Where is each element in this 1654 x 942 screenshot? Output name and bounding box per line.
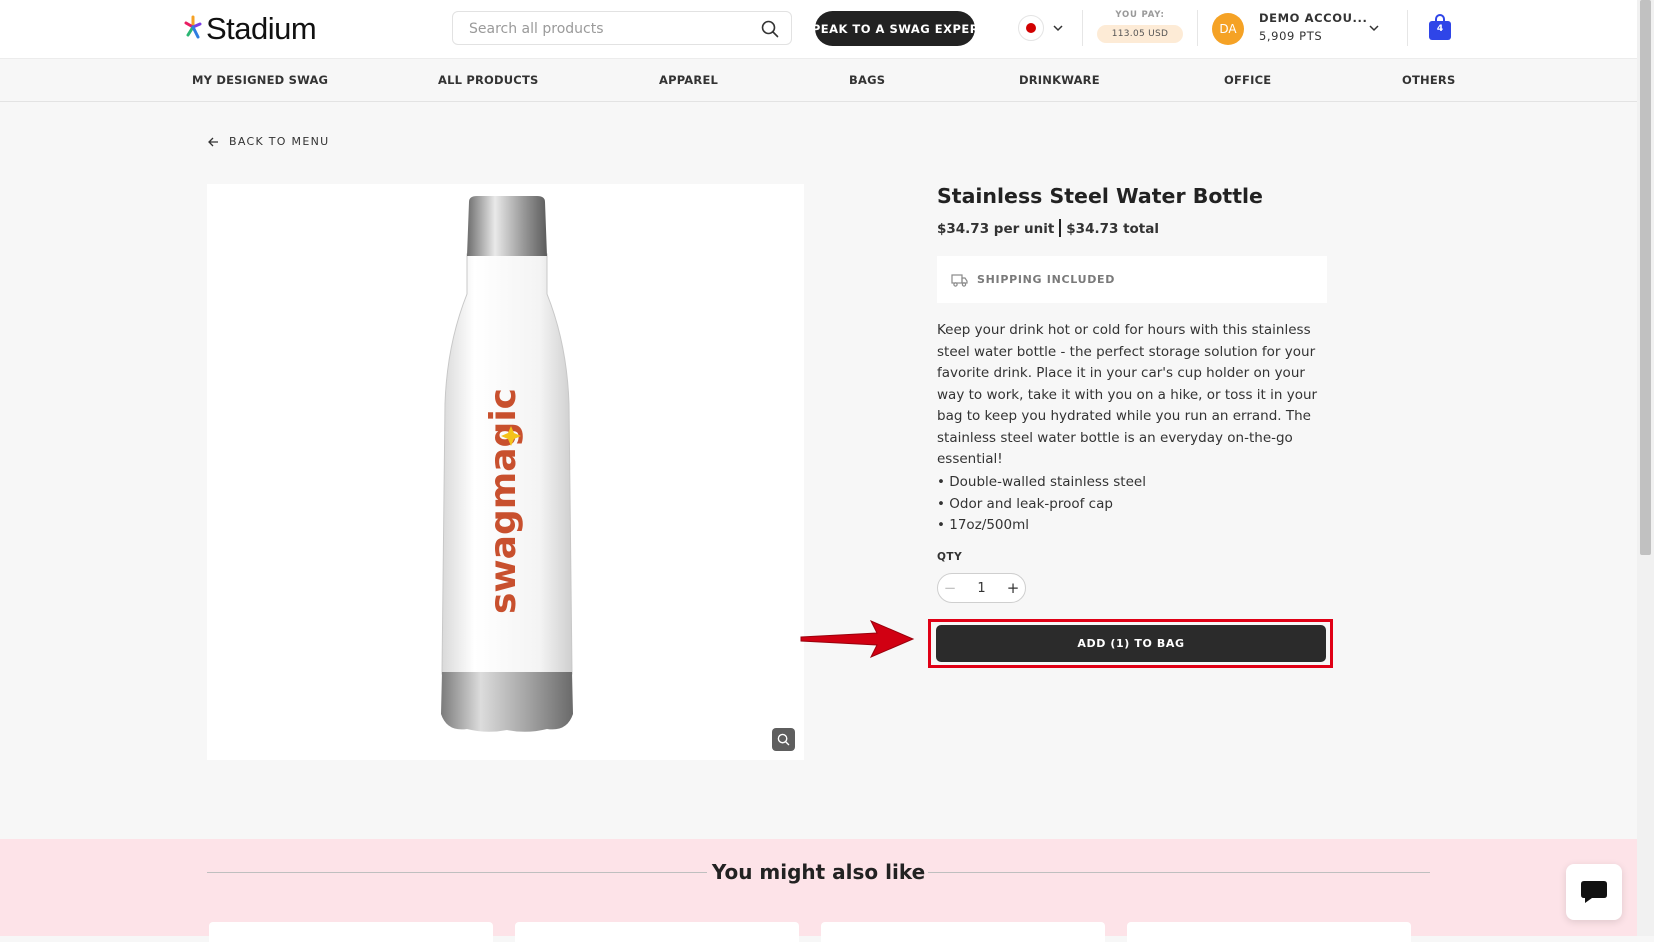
recommendations-title: You might also like — [711, 860, 926, 884]
category-nav: MY DESIGNED SWAG ALL PRODUCTS APPAREL BA… — [0, 59, 1637, 102]
back-to-menu-link[interactable]: BACK TO MENU — [207, 135, 329, 148]
zoom-button[interactable] — [772, 728, 795, 751]
quantity-input[interactable] — [962, 579, 1001, 597]
nav-item-my-designed-swag[interactable]: MY DESIGNED SWAG — [192, 73, 328, 87]
product-price: $34.73 per unit $34.73 total — [937, 219, 1159, 237]
product-card[interactable] — [821, 922, 1105, 942]
product-card[interactable] — [209, 922, 493, 942]
description-text: Keep your drink hot or cold for hours wi… — [937, 322, 1318, 467]
nav-item-others[interactable]: OTHERS — [1402, 73, 1455, 87]
account-name: DEMO ACCOU... — [1259, 11, 1368, 25]
top-header: Stadium SPEAK TO A SWAG EXPERT YOU PAY: … — [0, 0, 1637, 59]
bottle-brand-text: swagmagic — [483, 388, 524, 614]
product-card[interactable] — [515, 922, 799, 942]
add-to-bag-button[interactable]: ADD (1) TO BAG — [936, 625, 1326, 662]
recommendations-section: You might also like — [0, 839, 1637, 942]
water-bottle-image: swagmagic — [441, 196, 573, 732]
feature-item: • Double-walled stainless steel — [937, 474, 1146, 490]
price-separator — [1059, 219, 1062, 237]
unit-price: $34.73 per unit — [937, 221, 1055, 237]
search-box — [452, 11, 792, 45]
decrease-qty-button[interactable]: − — [938, 579, 962, 597]
you-pay-amount: 113.05 USD — [1097, 25, 1183, 43]
search-icon[interactable] — [761, 20, 779, 38]
japan-flag-icon — [1018, 15, 1044, 41]
nav-item-bags[interactable]: BAGS — [849, 73, 885, 87]
shipping-label: SHIPPING INCLUDED — [977, 273, 1116, 286]
chat-button[interactable] — [1566, 864, 1622, 920]
nav-item-all-products[interactable]: ALL PRODUCTS — [438, 73, 538, 87]
feature-item: • 17oz/500ml — [937, 517, 1029, 533]
pointer-arrow-icon — [800, 620, 915, 658]
total-price: $34.73 total — [1066, 221, 1159, 237]
logo-text: Stadium — [206, 11, 317, 46]
product-card[interactable] — [1127, 922, 1411, 942]
account-points: 5,909 PTS — [1259, 29, 1323, 43]
cart-button[interactable]: 4 — [1428, 13, 1452, 41]
you-pay-label: YOU PAY: — [1115, 10, 1165, 20]
chevron-down-icon — [1053, 25, 1063, 32]
header-divider — [1407, 10, 1408, 46]
header-divider — [1082, 10, 1083, 46]
truck-icon — [951, 273, 968, 287]
country-selector[interactable] — [1018, 15, 1068, 41]
zoom-icon — [777, 733, 790, 746]
stadium-logo-mark-icon — [184, 15, 202, 39]
arrow-left-icon — [208, 137, 218, 146]
scrollbar-thumb[interactable] — [1640, 0, 1651, 555]
product-image[interactable]: swagmagic — [207, 184, 804, 760]
avatar[interactable]: DA — [1212, 13, 1244, 45]
search-input[interactable] — [467, 18, 751, 40]
you-pay-widget: YOU PAY: 113.05 USD — [1096, 10, 1184, 43]
account-menu[interactable]: DEMO ACCOU... 5,909 PTS — [1259, 11, 1368, 43]
chevron-down-icon[interactable] — [1368, 22, 1380, 34]
speak-to-expert-button[interactable]: SPEAK TO A SWAG EXPERT — [803, 11, 986, 46]
product-description: Keep your drink hot or cold for hours wi… — [937, 320, 1332, 471]
header-divider — [1197, 10, 1198, 46]
product-features: • Double-walled stainless steel • Odor a… — [937, 472, 1332, 537]
nav-item-office[interactable]: OFFICE — [1224, 73, 1271, 87]
cart-count-badge: 4 — [1436, 24, 1444, 34]
nav-item-drinkware[interactable]: DRINKWARE — [1019, 73, 1100, 87]
qty-label: QTY — [937, 551, 963, 563]
back-to-menu-label: BACK TO MENU — [229, 135, 330, 148]
increase-qty-button[interactable]: + — [1001, 579, 1025, 597]
stadium-logo[interactable]: Stadium — [184, 11, 317, 46]
shipping-badge: SHIPPING INCLUDED — [937, 256, 1327, 303]
chat-icon — [1581, 881, 1607, 903]
quantity-stepper: − + — [937, 573, 1026, 603]
product-title: Stainless Steel Water Bottle — [937, 184, 1263, 208]
feature-item: • Odor and leak-proof cap — [937, 495, 1113, 512]
nav-item-apparel[interactable]: APPAREL — [659, 73, 718, 87]
